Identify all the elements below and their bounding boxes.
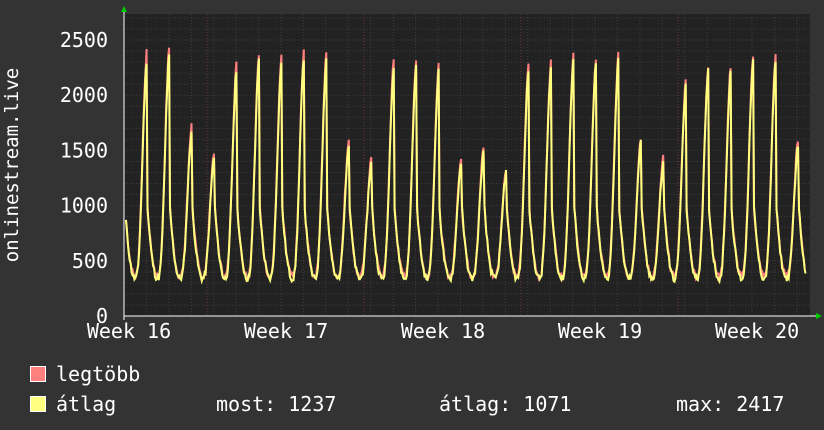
x-tick-label: Week 19 bbox=[558, 319, 642, 343]
y-axis-arrow-icon bbox=[121, 6, 127, 12]
stat-now: most: 1237 bbox=[216, 392, 337, 416]
y-axis-label: onlinestream.live bbox=[1, 67, 23, 263]
stat-average: átlag: 1071 bbox=[439, 392, 572, 416]
x-tick-label: Week 20 bbox=[715, 319, 799, 343]
legend-label-avg: átlag bbox=[56, 392, 117, 416]
legend-swatch-max bbox=[30, 366, 46, 382]
y-tick-label: 2000 bbox=[60, 83, 108, 107]
legend-item-avg: átlag bbox=[30, 392, 116, 416]
x-tick-label: Week 16 bbox=[87, 319, 171, 343]
legend-item-max: legtöbb bbox=[30, 362, 140, 386]
chart-canvas: 05001000150020002500 Week 16 Week 17 Week … bbox=[60, 6, 822, 343]
x-axis-arrow-icon bbox=[816, 313, 822, 319]
y-tick-label: 500 bbox=[72, 249, 108, 273]
legend-label-max: legtöbb bbox=[56, 362, 141, 386]
stat-max: max: 2417 bbox=[676, 392, 785, 416]
legend-swatch-avg bbox=[30, 396, 46, 412]
y-tick-label: 1000 bbox=[60, 194, 108, 218]
y-tick-label: 1500 bbox=[60, 138, 108, 162]
x-tick-label: Week 17 bbox=[244, 319, 328, 343]
y-tick-label: 2500 bbox=[60, 28, 108, 52]
x-tick-label: Week 18 bbox=[401, 319, 485, 343]
y-tick-labels: 05001000150020002500 bbox=[60, 28, 108, 328]
x-tick-labels: Week 16 Week 17 Week 18 Week 19 Week 20 bbox=[87, 319, 799, 343]
